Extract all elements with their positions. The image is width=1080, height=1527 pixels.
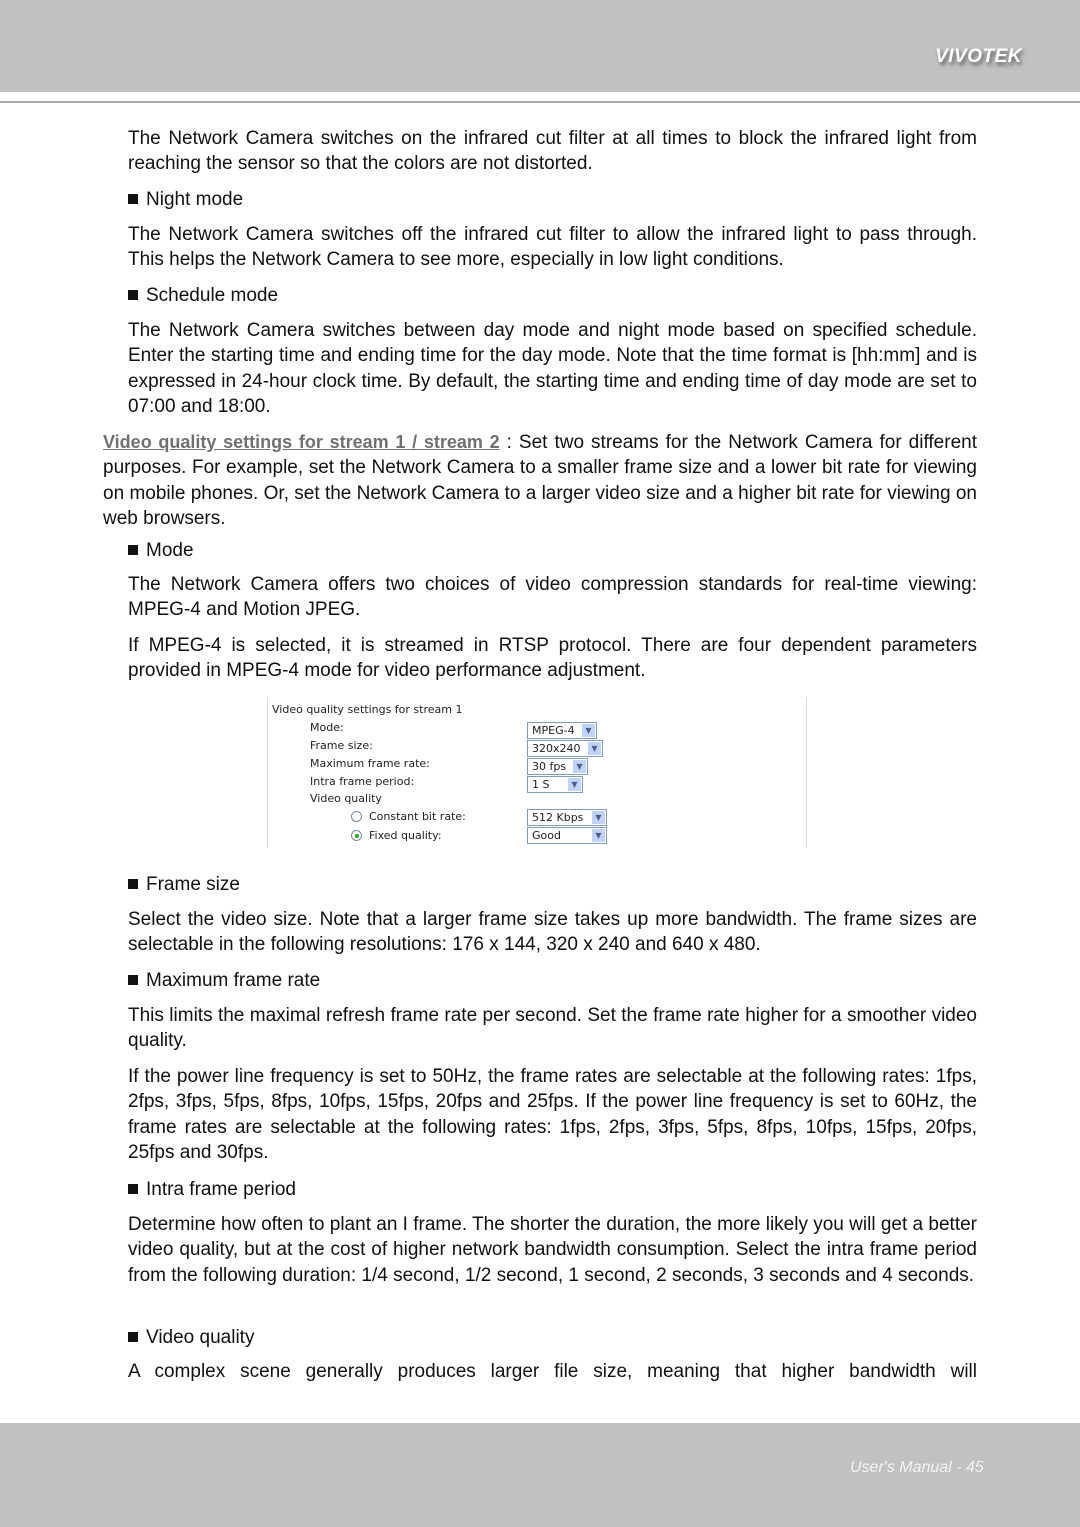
bullet-label: Maximum frame rate: [146, 970, 321, 991]
video-quality-settings-screenshot: Video quality settings for stream 1 Mode…: [267, 697, 807, 848]
bullet-frame-size: Frame size: [128, 872, 240, 897]
bullet-video-quality: Video quality: [128, 1325, 254, 1350]
square-bullet-icon: [128, 290, 138, 300]
bullet-max-frame-rate: Maximum frame rate: [128, 968, 320, 993]
paragraph: If MPEG-4 is selected, it is streamed in…: [128, 635, 977, 682]
mode-label: Mode:: [310, 721, 344, 734]
header-divider: [0, 101, 1080, 103]
bullet-label: Schedule mode: [146, 285, 279, 306]
settings-title: Video quality settings for stream 1: [272, 703, 463, 716]
chevron-down-icon: ▼: [592, 829, 605, 842]
video-quality-label: Video quality: [310, 792, 382, 805]
chevron-down-icon: ▼: [573, 760, 586, 773]
chevron-down-icon: ▼: [588, 742, 601, 755]
max-frame-rate-label: Maximum frame rate:: [310, 757, 430, 770]
bit-rate-select[interactable]: 512 Kbps ▼: [527, 809, 607, 826]
intra-frame-select[interactable]: 1 S ▼: [527, 776, 583, 793]
intra-frame-label: Intra frame period:: [310, 775, 415, 788]
square-bullet-icon: [128, 194, 138, 204]
paragraph: A complex scene generally produces large…: [128, 1361, 977, 1382]
bullet-night-mode: Night mode: [128, 187, 243, 212]
page-header: VIVOTEK: [0, 0, 1080, 92]
paragraph: The Network Camera offers two choices of…: [128, 574, 977, 621]
paragraph: The Network Camera switches on the infra…: [128, 128, 977, 175]
frame-size-select[interactable]: 320x240 ▼: [527, 740, 603, 757]
square-bullet-icon: [128, 975, 138, 985]
square-bullet-icon: [128, 1332, 138, 1342]
fixed-quality-label: Fixed quality:: [369, 829, 442, 842]
square-bullet-icon: [128, 1184, 138, 1194]
mode-select[interactable]: MPEG-4 ▼: [527, 722, 597, 739]
fixed-quality-select[interactable]: Good ▼: [527, 827, 607, 844]
bullet-mode: Mode: [128, 538, 194, 563]
paragraph-stream-settings: Video quality settings for stream 1 / st…: [103, 430, 977, 531]
paragraph: This limits the maximal refresh frame ra…: [128, 1005, 977, 1052]
square-bullet-icon: [128, 879, 138, 889]
bullet-schedule-mode: Schedule mode: [128, 283, 278, 308]
square-bullet-icon: [128, 545, 138, 555]
bullet-label: Mode: [146, 540, 194, 561]
max-frame-rate-select[interactable]: 30 fps ▼: [527, 758, 588, 775]
bullet-label: Video quality: [146, 1327, 255, 1348]
paragraph: The Network Camera switches between day …: [128, 320, 977, 417]
bullet-label: Night mode: [146, 189, 244, 210]
paragraph: If the power line frequency is set to 50…: [128, 1066, 977, 1163]
chevron-down-icon: ▼: [582, 724, 595, 737]
paragraph: The Network Camera switches off the infr…: [128, 224, 977, 271]
frame-size-label: Frame size:: [310, 739, 373, 752]
constant-bit-rate-label: Constant bit rate:: [369, 810, 466, 823]
bullet-intra-frame-period: Intra frame period: [128, 1177, 296, 1202]
page-number: User's Manual - 45: [850, 1459, 984, 1476]
paragraph: Select the video size. Note that a large…: [128, 909, 977, 956]
vivotek-logo: VIVOTEK: [935, 46, 1022, 67]
bullet-label: Intra frame period: [146, 1179, 296, 1200]
fixed-quality-radio[interactable]: [351, 830, 362, 841]
video-quality-link[interactable]: Video quality settings for stream 1 / st…: [103, 432, 500, 452]
constant-bit-rate-radio[interactable]: [351, 811, 362, 822]
bullet-label: Frame size: [146, 874, 240, 895]
chevron-down-icon: ▼: [568, 778, 581, 791]
paragraph: Determine how often to plant an I frame.…: [128, 1214, 977, 1286]
chevron-down-icon: ▼: [592, 811, 605, 824]
